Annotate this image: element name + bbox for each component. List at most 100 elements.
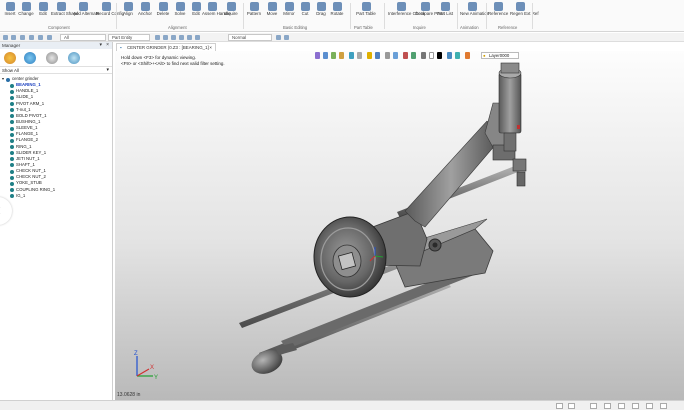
- drag-icon: [316, 2, 326, 11]
- compare-parts-button[interactable]: Compare Parts: [415, 1, 445, 25]
- layer-toggle-icon[interactable]: [195, 35, 200, 40]
- center-grinder-model[interactable]: Z Y X: [115, 51, 684, 400]
- new-animation-button[interactable]: New Animation: [460, 1, 489, 25]
- solve-icon: [175, 2, 185, 11]
- mirror-icon: [284, 2, 294, 11]
- status-toggle-4[interactable]: [604, 403, 611, 409]
- status-toggle-5[interactable]: [618, 403, 625, 409]
- post-top[interactable]: [500, 62, 520, 74]
- status-toggle-3[interactable]: [590, 403, 597, 409]
- regen-ext-ref-button[interactable]: Regen Ext Ref: [510, 1, 539, 25]
- assem-handle-button[interactable]: Assem Handle: [202, 1, 231, 25]
- divider: [457, 3, 458, 29]
- chevron-left-icon: [0, 206, 4, 215]
- select-icon[interactable]: [20, 35, 25, 40]
- align-icon: [123, 2, 133, 11]
- pin-icon[interactable]: ▾: [99, 42, 102, 49]
- status-toggle-6[interactable]: [632, 403, 639, 409]
- filter-toolbar: All Part Entity Normal: [0, 33, 684, 42]
- part-icon: [10, 181, 14, 186]
- close-icon[interactable]: ×: [106, 42, 109, 49]
- reference-button[interactable]: Reference: [488, 1, 508, 25]
- group-inquire: Inquire: [413, 25, 426, 30]
- pattern-button[interactable]: Pattern: [244, 1, 264, 25]
- status-toggle-1[interactable]: [556, 403, 563, 409]
- history-icon[interactable]: [4, 52, 16, 64]
- vertical-post[interactable]: [498, 72, 522, 134]
- record-config-button[interactable]: Record Config: [96, 1, 124, 25]
- settings-icon[interactable]: [276, 35, 281, 40]
- status-toggle-7[interactable]: [646, 403, 653, 409]
- post-bottom[interactable]: [503, 132, 517, 152]
- tree-item[interactable]: IG_1: [0, 193, 112, 199]
- add-alternate-icon: [78, 2, 88, 11]
- grid-icon[interactable]: [179, 35, 184, 40]
- undo-icon[interactable]: [3, 35, 8, 40]
- snap-icon[interactable]: [163, 35, 168, 40]
- lasso-icon[interactable]: [47, 35, 52, 40]
- move-icon: [267, 2, 277, 11]
- part-icon: [10, 108, 14, 113]
- change-icon: [21, 2, 31, 11]
- divider: [350, 3, 351, 29]
- inquire-alignment-button[interactable]: Inquire: [221, 1, 241, 25]
- add-alternate-button[interactable]: Add Alternate: [73, 1, 99, 25]
- part-icon: [10, 138, 14, 143]
- pivot-arm[interactable]: [404, 120, 498, 228]
- insert-icon: [5, 2, 15, 11]
- table-icon: [361, 2, 371, 11]
- svg-text:Y: Y: [154, 375, 158, 381]
- svg-text:Z: Z: [134, 351, 138, 357]
- filter-dropdown[interactable]: All: [60, 34, 106, 41]
- svg-text:X: X: [150, 365, 154, 371]
- arm-fitting[interactable]: [512, 158, 527, 172]
- list-icon: [440, 2, 450, 11]
- part-icon: [10, 89, 14, 94]
- ortho-icon[interactable]: [187, 35, 192, 40]
- filter-icon[interactable]: [155, 35, 160, 40]
- compare-icon: [420, 2, 430, 11]
- status-toggle-8[interactable]: [660, 403, 667, 409]
- group-component: Component: [48, 25, 70, 30]
- group-basic-editing: Basic Editing: [283, 25, 308, 30]
- options-icon[interactable]: [284, 35, 289, 40]
- slider-bolt-hole[interactable]: [432, 242, 438, 248]
- part-icon: [10, 175, 14, 180]
- view-mode-dropdown[interactable]: Normal: [228, 34, 272, 41]
- knob-neck[interactable]: [275, 343, 297, 355]
- redo-icon[interactable]: [11, 35, 16, 40]
- manager-title: Manager × ▾: [0, 42, 112, 49]
- glasses-icon[interactable]: [46, 52, 58, 64]
- rotate-button[interactable]: Rotate: [327, 1, 347, 25]
- wheel-nut[interactable]: [337, 251, 357, 271]
- tab-close-icon[interactable]: ×: [209, 44, 212, 51]
- interference-icon: [396, 2, 406, 11]
- edit-button[interactable]: Edit: [33, 1, 53, 25]
- interference-check-button[interactable]: Interference Check: [388, 1, 425, 25]
- post-red-marker[interactable]: [517, 125, 520, 129]
- part-table-button[interactable]: Part Table: [356, 1, 376, 25]
- pick-icon[interactable]: [29, 35, 34, 40]
- anchor-icon: [140, 2, 150, 11]
- status-toggle-2[interactable]: [568, 403, 575, 409]
- tab-center-grinder[interactable]: ▪ CENTER GRINDER (0.Z3 : [BEARING_1] ×: [116, 43, 216, 51]
- part-icon: [10, 163, 14, 168]
- part-list-button[interactable]: Part List: [435, 1, 455, 25]
- tree-item-label: IG_1: [16, 192, 26, 198]
- assembly-icon[interactable]: [24, 52, 36, 64]
- arm-fitting-2[interactable]: [516, 171, 526, 187]
- box-select-icon[interactable]: [38, 35, 43, 40]
- group-part-table: Part Table: [354, 25, 373, 30]
- part-icon: [10, 151, 14, 156]
- extract-shape-button[interactable]: Extract Shape: [51, 1, 79, 25]
- 3d-viewport[interactable]: Hold down <F3> for dynamic viewing. <F9>…: [115, 51, 684, 400]
- anchor-button[interactable]: Anchor: [135, 1, 155, 25]
- display-icon[interactable]: [68, 52, 80, 64]
- extract-icon: [56, 2, 66, 11]
- group-reference: Reference: [498, 25, 518, 30]
- part-icon: [10, 169, 14, 174]
- divider: [116, 3, 117, 29]
- part-entity-dropdown[interactable]: Part Entity: [108, 34, 150, 41]
- mode-icon[interactable]: [171, 35, 176, 40]
- show-all-dropdown[interactable]: Show All ▾: [0, 67, 112, 74]
